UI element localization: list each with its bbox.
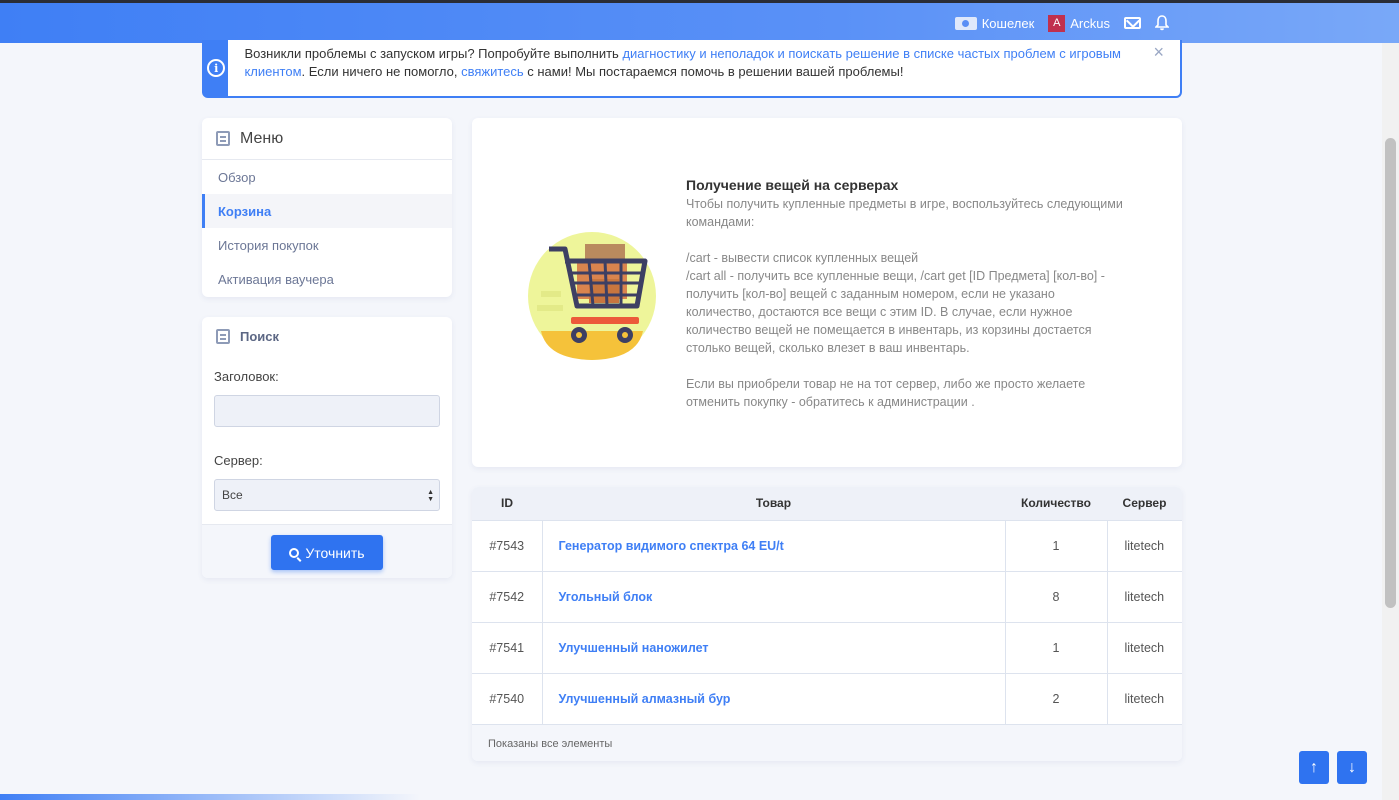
scrollbar-thumb[interactable] (1385, 138, 1396, 608)
bell-icon (1155, 15, 1169, 31)
item-link[interactable]: Угольный блок (559, 590, 653, 604)
info-card: Получение вещей на серверах Чтобы получи… (472, 118, 1182, 467)
top-navbar: Кошелек A Arckus (0, 0, 1399, 43)
column-header-item[interactable]: Товар (542, 487, 1005, 520)
cell-id: #7543 (472, 519, 542, 571)
cart-table: ID Товар Количество Сервер #7543 Генерат… (472, 487, 1182, 724)
cell-item: Улучшенный наножилет (541, 621, 1005, 673)
table-footer: Показаны все элементы (472, 724, 1182, 761)
item-link[interactable]: Генератор видимого спектра 64 EU/t (559, 539, 784, 553)
cell-quantity: 2 (1004, 672, 1107, 724)
cell-id: #7540 (472, 672, 542, 724)
item-link[interactable]: Улучшенный наножилет (559, 641, 709, 655)
contact-link[interactable]: свяжитесь (461, 64, 524, 79)
arrow-up-icon: ↑ (1310, 758, 1318, 776)
menu-item-cart[interactable]: Корзина (202, 194, 452, 228)
alert-text: Возникли проблемы с запуском игры? Попро… (228, 40, 1180, 96)
shopping-cart-illustration (528, 232, 656, 360)
alert-icon-area: i (204, 40, 229, 96)
wallet-icon (954, 16, 977, 30)
table-row: #7541 Улучшенный наножилет 1 litetech (472, 621, 1182, 673)
notifications-button[interactable] (1155, 15, 1169, 31)
wallet-link[interactable]: Кошелек (954, 15, 1035, 31)
search-header: Поиск (202, 317, 452, 355)
search-title: Поиск (240, 328, 280, 344)
info-paragraph: Если вы приобрели товар не на тот сервер… (686, 377, 1086, 409)
alert-text-part: . Если ничего не помогло, (301, 64, 462, 79)
menu-title: Меню (240, 129, 284, 147)
cell-server: litetech (1106, 621, 1182, 673)
close-icon[interactable]: × (1153, 42, 1164, 63)
item-link[interactable]: Улучшенный алмазный бур (559, 692, 731, 706)
cell-item: Угольный блок (541, 570, 1005, 622)
info-paragraph: /cart all - получить все купленные вещи,… (686, 269, 1105, 355)
arrow-down-icon: ↓ (1348, 758, 1356, 776)
cell-server: litetech (1106, 519, 1182, 571)
server-select-value: Все (222, 488, 243, 502)
cell-server: litetech (1106, 672, 1182, 724)
menu-item-purchase-history[interactable]: История покупок (202, 228, 452, 262)
column-header-id[interactable]: ID (472, 487, 542, 520)
menu-header: Меню (202, 118, 452, 160)
column-header-server[interactable]: Сервер (1107, 487, 1182, 520)
search-card: Поиск Заголовок: Сервер: Все ▲ ▼ Уточнить (202, 317, 452, 578)
table-row: #7540 Улучшенный алмазный бур 2 litetech (472, 672, 1182, 724)
info-paragraph: Чтобы получить купленные предметы в игре… (686, 197, 1123, 229)
info-title: Получение вещей на серверах (686, 177, 899, 193)
select-arrows-icon: ▲ ▼ (427, 489, 434, 503)
messages-button[interactable] (1124, 17, 1141, 29)
cell-id: #7542 (472, 570, 542, 622)
search-icon (289, 547, 300, 558)
table-row: #7542 Угольный блок 8 litetech (472, 570, 1182, 622)
refine-button-label: Уточнить (305, 544, 365, 561)
bottom-decoration (0, 794, 420, 800)
avatar: A (1048, 14, 1066, 32)
column-header-quantity[interactable]: Количество (1005, 487, 1107, 520)
user-profile-link[interactable]: A Arckus (1048, 14, 1110, 32)
navbar-actions: Кошелек A Arckus (954, 3, 1169, 43)
cell-item: Улучшенный алмазный бур (541, 672, 1005, 724)
menu-item-overview[interactable]: Обзор (202, 160, 452, 194)
server-field-label: Сервер: (214, 453, 263, 468)
title-field-label: Заголовок: (214, 369, 279, 384)
cell-quantity: 8 (1004, 570, 1107, 622)
server-select[interactable]: Все ▲ ▼ (214, 479, 440, 511)
cell-quantity: 1 (1004, 519, 1107, 571)
scroll-up-button[interactable]: ↑ (1299, 751, 1329, 784)
info-paragraph: /cart - вывести список купленных вещей (686, 251, 919, 265)
cart-instructions: Получение вещей на серверах Чтобы получи… (686, 176, 1126, 411)
alert-text-part: с нами! Мы постараемся помочь в решении … (523, 64, 904, 79)
title-input[interactable] (214, 395, 440, 427)
cell-server: litetech (1106, 570, 1182, 622)
menu-card: Меню Обзор Корзина История покупок Актив… (202, 118, 452, 297)
cell-item: Генератор видимого спектра 64 EU/t (541, 519, 1005, 571)
username: Arckus (1070, 15, 1110, 31)
table-header-row: ID Товар Количество Сервер (472, 487, 1182, 520)
cell-quantity: 1 (1004, 621, 1107, 673)
alert-text-part: Возникли проблемы с запуском игры? Попро… (244, 46, 623, 61)
table-row: #7543 Генератор видимого спектра 64 EU/t… (472, 519, 1182, 571)
menu-item-voucher-activation[interactable]: Активация ваучера (202, 262, 452, 296)
scroll-down-button[interactable]: ↓ (1337, 751, 1367, 784)
wallet-label: Кошелек (981, 15, 1035, 31)
info-alert: i Возникли проблемы с запуском игры? Поп… (202, 40, 1182, 98)
cart-table-card: ID Товар Количество Сервер #7543 Генерат… (472, 487, 1182, 761)
page-scrollbar[interactable] (1382, 43, 1399, 800)
refine-button[interactable]: Уточнить (271, 535, 383, 570)
info-icon: i (207, 59, 226, 77)
document-icon (216, 131, 230, 146)
cell-id: #7541 (472, 621, 542, 673)
document-icon (216, 328, 230, 344)
mail-icon (1124, 17, 1141, 29)
search-footer: Уточнить (202, 524, 452, 578)
